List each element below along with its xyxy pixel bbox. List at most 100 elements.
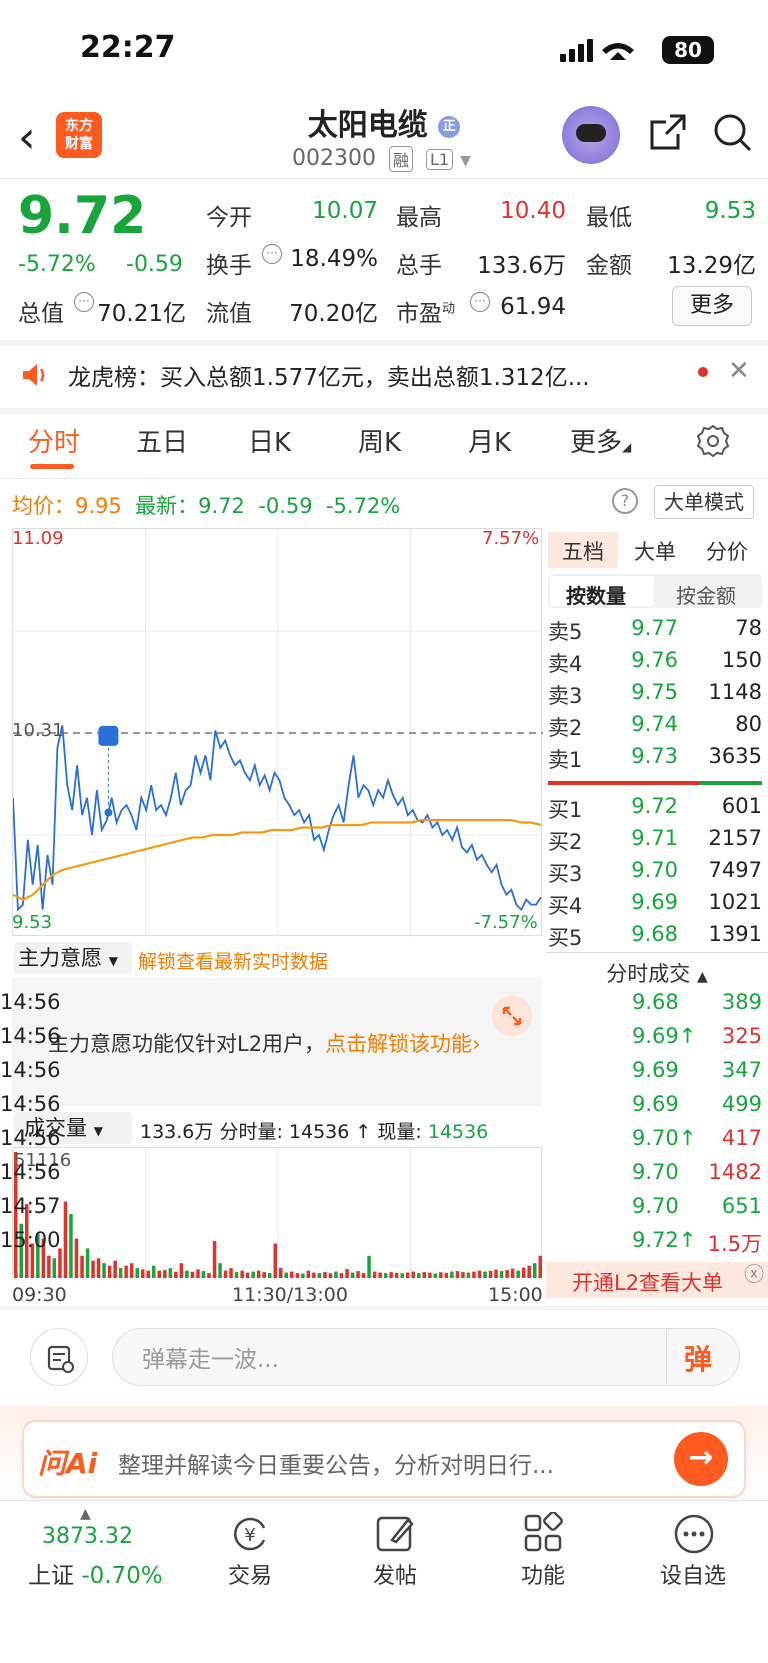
- more-dots-icon[interactable]: [672, 1512, 716, 1556]
- price-line: [13, 725, 542, 912]
- stock-code-row[interactable]: 002300 融 L1 ▼: [292, 146, 471, 172]
- nav-function[interactable]: 功能: [498, 1558, 588, 1590]
- tab-more-label: 更多: [570, 428, 623, 458]
- tab-weekly-k[interactable]: 周K: [358, 422, 401, 459]
- volume-bar: [350, 1272, 355, 1278]
- tick-volume: 499: [721, 1092, 762, 1116]
- level-price: 9.72: [631, 794, 678, 818]
- level-price: 9.77: [631, 616, 678, 640]
- function-grid-icon[interactable]: [522, 1512, 566, 1556]
- pct-min-label: -7.57%: [474, 912, 538, 933]
- tab-price-dist[interactable]: 分价: [706, 536, 748, 566]
- caret-up-icon: ▲: [696, 969, 708, 985]
- intraday-chart[interactable]: [12, 528, 543, 937]
- volume-bar: [406, 1272, 410, 1278]
- arrow-right-icon[interactable]: →: [674, 1432, 728, 1486]
- post-icon[interactable]: [374, 1512, 418, 1556]
- volume-bar: [179, 1263, 184, 1278]
- nav-trade[interactable]: 交易: [205, 1558, 295, 1590]
- volume-bar: [141, 1269, 145, 1278]
- nav-add-watchlist[interactable]: 设自选: [648, 1558, 738, 1590]
- danmu-placeholder: 弹幕走一波...: [142, 1347, 279, 1373]
- help-icon[interactable]: ?: [612, 488, 638, 514]
- level-volume: 601: [721, 794, 762, 818]
- segment-by-quantity[interactable]: 按数量: [566, 580, 626, 609]
- volume-bar: [118, 1268, 123, 1278]
- divider: [0, 178, 768, 179]
- level-volume: 78: [735, 616, 762, 640]
- volume-bar: [290, 1271, 294, 1278]
- level-volume: 3635: [708, 744, 762, 768]
- volume-bar: [295, 1273, 300, 1278]
- tick-volume: 347: [721, 1058, 762, 1082]
- buy-ratio-bar: [548, 781, 700, 785]
- danmu-send-button[interactable]: 弹: [684, 1338, 712, 1378]
- tab-five-levels[interactable]: 五档: [562, 536, 604, 566]
- search-icon[interactable]: [712, 112, 754, 154]
- volume-bar: [472, 1271, 476, 1278]
- info-dots-icon[interactable]: ···: [262, 244, 282, 264]
- tab-daily-k[interactable]: 日K: [248, 422, 291, 459]
- volume-bar: [91, 1260, 95, 1278]
- x-tick-open: 09:30: [12, 1284, 67, 1306]
- volume-info-line: 133.6万 分时量: 14536 ↑ 现量: 14536: [140, 1117, 488, 1144]
- tick-time: 14:57: [0, 1194, 61, 1218]
- volume-bar: [223, 1270, 228, 1278]
- close-icon[interactable]: ⓧ: [744, 1258, 764, 1287]
- volume-bar: [378, 1272, 382, 1278]
- index-row[interactable]: 上证 -0.70%: [28, 1556, 163, 1590]
- volume-bar: [538, 1255, 542, 1278]
- gear-icon[interactable]: [696, 424, 730, 458]
- danmu-list-icon[interactable]: [30, 1328, 88, 1386]
- volume-bar: [58, 1248, 62, 1278]
- main-intention-select[interactable]: 主力意愿 ▼: [14, 942, 132, 974]
- tab-big-orders[interactable]: 大单: [634, 536, 676, 566]
- volume-chart[interactable]: [12, 1147, 542, 1278]
- volume-bar: [113, 1260, 117, 1278]
- tab-more[interactable]: 更多◢: [570, 422, 631, 459]
- volume-bar: [461, 1272, 465, 1278]
- l2-banner-text[interactable]: 开通L2查看大单: [572, 1267, 723, 1297]
- tick-volume: 417: [721, 1126, 762, 1150]
- unlock-feature-link[interactable]: 点击解锁该功能: [325, 1032, 472, 1056]
- volume-bar: [240, 1270, 244, 1278]
- volume-bar: [196, 1269, 200, 1278]
- ask-ai-prompt[interactable]: 整理并解读今日重要公告，分析对明日行...: [118, 1446, 554, 1480]
- tab-monthly-k[interactable]: 月K: [468, 422, 511, 459]
- index-pct: -0.70%: [81, 1563, 163, 1589]
- main-intention-message: 主力意愿功能仅针对L2用户，点击解锁该功能›: [48, 1028, 480, 1058]
- volume-bar: [256, 1270, 261, 1278]
- level-label: 卖2: [548, 716, 583, 740]
- share-icon[interactable]: [648, 112, 688, 152]
- level-price: 9.68: [631, 922, 678, 946]
- volume-bar: [163, 1270, 167, 1278]
- tick-trades-title[interactable]: 分时成交 ▲: [546, 958, 768, 988]
- info-dots-icon[interactable]: ···: [470, 292, 490, 312]
- battery-indicator: 80: [662, 36, 714, 64]
- nav-post[interactable]: 发帖: [350, 1558, 440, 1590]
- info-dots-icon[interactable]: ···: [74, 292, 94, 312]
- tab-five-day[interactable]: 五日: [136, 422, 188, 459]
- market-cap-label: 总值: [18, 301, 64, 327]
- volume-bar: [488, 1270, 493, 1278]
- unlock-realtime-link[interactable]: 解锁查看最新实时数据: [138, 947, 328, 974]
- index-value[interactable]: 3873.32: [42, 1524, 133, 1549]
- pe-value: 61.94: [500, 294, 566, 320]
- tick-price: 9.69: [632, 1058, 679, 1082]
- dragon-tiger-notice[interactable]: 龙虎榜：买入总额1.577亿元，卖出总额1.312亿...: [68, 358, 590, 392]
- segment-by-amount[interactable]: 按金额: [676, 580, 736, 609]
- trade-icon[interactable]: ¥: [228, 1512, 272, 1556]
- close-icon[interactable]: ✕: [728, 356, 750, 386]
- more-quote-button[interactable]: 更多: [672, 286, 752, 326]
- x-tick-close: 15:00: [488, 1284, 543, 1306]
- level-label: 买4: [548, 894, 583, 918]
- volume-bar: [499, 1271, 504, 1278]
- volume-bar: [389, 1272, 393, 1278]
- volume-bar: [439, 1272, 443, 1278]
- big-order-mode-button[interactable]: 大单模式: [654, 485, 754, 519]
- latest-pct: -5.72%: [325, 494, 401, 518]
- volume-chart-svg: [14, 1148, 542, 1278]
- tab-intraday[interactable]: 分时: [28, 422, 80, 459]
- volume-bar: [306, 1270, 311, 1278]
- expand-icon[interactable]: [492, 996, 532, 1036]
